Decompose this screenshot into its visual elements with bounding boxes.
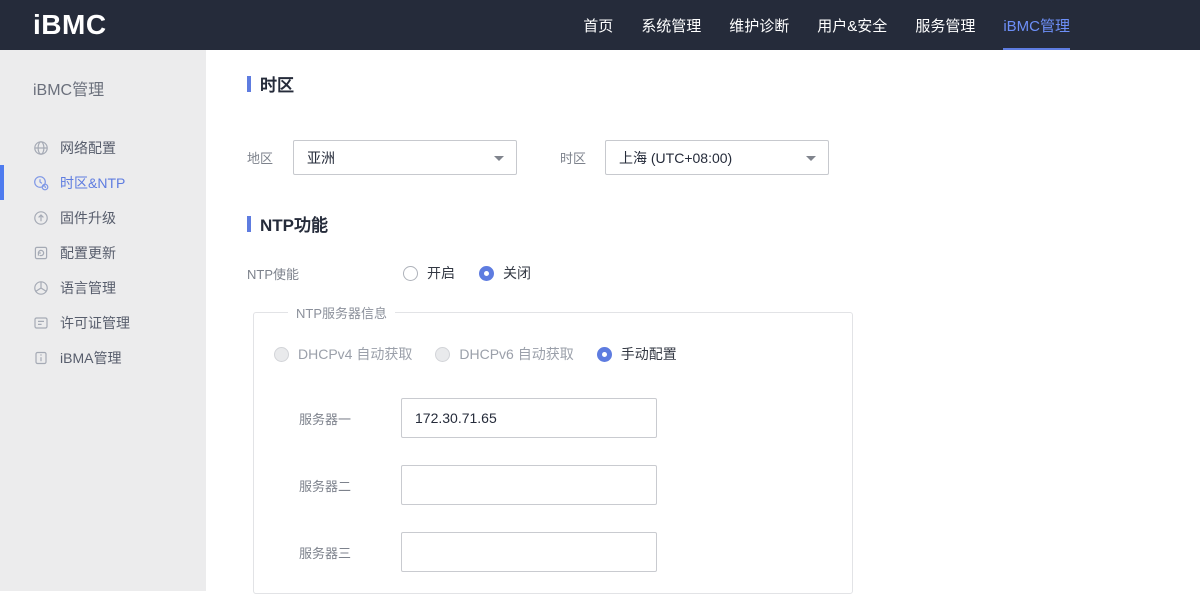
section-accent-bar xyxy=(247,75,251,92)
ntp-server-legend: NTP服务器信息 xyxy=(296,306,388,321)
sidebar-item-label: 网络配置 xyxy=(60,139,116,156)
nav-item-user-security[interactable]: 用户&安全 xyxy=(817,0,887,50)
sidebar-item-label: 语言管理 xyxy=(60,279,116,296)
manual-config-radio[interactable]: 手动配置 xyxy=(596,344,677,364)
ntp-server-mode-row: DHCPv4 自动获取 DHCPv6 自动获取 手动配置 xyxy=(274,344,852,364)
chevron-down-icon xyxy=(806,155,816,161)
ntp-section-title: NTP功能 xyxy=(260,216,328,235)
sidebar-item-label: 固件升级 xyxy=(60,209,116,226)
sidebar-title: iBMC管理 xyxy=(33,82,105,99)
language-icon xyxy=(33,280,49,296)
sidebar-item-timezone-ntp[interactable]: 时区&NTP xyxy=(0,165,206,200)
timezone-icon xyxy=(33,175,49,191)
ntp-enable-label: NTP使能 xyxy=(247,266,300,282)
radio-label: DHCPv4 自动获取 xyxy=(298,346,413,362)
nav-item-home[interactable]: 首页 xyxy=(583,0,613,50)
ntp-enable-on-radio[interactable]: 开启 xyxy=(403,263,455,283)
sidebar-item-label: 时区&NTP xyxy=(60,174,126,191)
sidebar-item-label: 许可证管理 xyxy=(60,314,130,331)
sidebar-item-config-update[interactable]: 配置更新 xyxy=(0,235,206,270)
sidebar-item-network-config[interactable]: 网络配置 xyxy=(0,130,206,165)
network-icon xyxy=(33,140,49,156)
config-update-icon xyxy=(33,245,49,261)
sidebar-menu: 网络配置 时区&NTP 固件升级 配置更新 语言管理 许可证管理 iBMA管理 xyxy=(0,130,206,375)
radio-label: 关闭 xyxy=(503,265,531,281)
region-select-value: 亚洲 xyxy=(307,149,335,166)
chevron-down-icon xyxy=(494,155,504,161)
radio-checked-icon xyxy=(596,346,612,362)
server-one-label: 服务器一 xyxy=(299,411,352,427)
nav-item-maintenance[interactable]: 维护诊断 xyxy=(729,0,789,50)
top-navbar: iBMC 首页 系统管理 维护诊断 用户&安全 服务管理 iBMC管理 xyxy=(0,0,1200,50)
dhcpv4-auto-radio[interactable]: DHCPv4 自动获取 xyxy=(274,344,412,364)
server-one-row: 服务器一 xyxy=(274,398,852,438)
nav-item-ibmc-settings[interactable]: iBMC管理 xyxy=(1003,0,1070,50)
section-accent-bar xyxy=(247,215,251,232)
firmware-upgrade-icon xyxy=(33,210,49,226)
timezone-section-title: 时区 xyxy=(260,76,294,95)
radio-disabled-icon xyxy=(435,346,451,362)
nav-item-services[interactable]: 服务管理 xyxy=(915,0,975,50)
sidebar-item-firmware-upgrade[interactable]: 固件升级 xyxy=(0,200,206,235)
radio-label: 手动配置 xyxy=(620,346,677,362)
radio-label: 开启 xyxy=(427,265,455,281)
timezone-select[interactable]: 上海 (UTC+08:00) xyxy=(605,140,829,175)
ntp-server-fieldset: NTP服务器信息 DHCPv4 自动获取 DHCPv6 自动获取 手动配置 服务… xyxy=(253,303,853,594)
page: iBMC 首页 系统管理 维护诊断 用户&安全 服务管理 iBMC管理 iBMC… xyxy=(0,0,1200,594)
radio-label: DHCPv6 自动获取 xyxy=(459,346,574,362)
timezone-label: 时区 xyxy=(560,151,587,166)
server-one-input[interactable] xyxy=(401,398,657,438)
timezone-form-row: 地区 亚洲 时区 上海 (UTC+08:00) xyxy=(247,140,1200,175)
radio-disabled-icon xyxy=(274,346,289,362)
sidebar-item-language[interactable]: 语言管理 xyxy=(0,270,206,305)
top-menu: 首页 系统管理 维护诊断 用户&安全 服务管理 iBMC管理 xyxy=(555,0,1070,50)
license-icon xyxy=(33,315,49,331)
region-select[interactable]: 亚洲 xyxy=(293,140,517,175)
ibmc-logo: iBMC xyxy=(33,9,107,40)
timezone-select-value: 上海 (UTC+08:00) xyxy=(619,149,733,166)
sidebar: iBMC管理 网络配置 时区&NTP 固件升级 配置更新 语言管理 许可证管理 … xyxy=(0,50,206,591)
ntp-section-header: NTP功能 xyxy=(247,211,1200,236)
ntp-enable-off-radio[interactable]: 关闭 xyxy=(479,263,531,283)
region-label: 地区 xyxy=(247,151,274,166)
server-two-label: 服务器二 xyxy=(299,478,352,494)
sidebar-item-ibma[interactable]: iBMA管理 xyxy=(0,340,206,375)
server-two-input[interactable] xyxy=(401,465,657,505)
server-three-row: 服务器三 xyxy=(274,532,852,572)
server-two-row: 服务器二 xyxy=(274,465,852,505)
dhcpv6-auto-radio[interactable]: DHCPv6 自动获取 xyxy=(435,344,574,364)
server-three-label: 服务器三 xyxy=(299,545,352,561)
radio-unchecked-icon xyxy=(403,265,418,281)
sidebar-item-license[interactable]: 许可证管理 xyxy=(0,305,206,340)
timezone-section-header: 时区 xyxy=(247,71,1200,96)
sidebar-item-label: iBMA管理 xyxy=(60,349,122,366)
main-content: 时区 地区 亚洲 时区 上海 (UTC+08:00) NTP功能 NTP使能 开… xyxy=(206,50,1200,594)
radio-checked-icon xyxy=(479,265,494,281)
ntp-enable-row: NTP使能 开启 关闭 xyxy=(247,263,1200,283)
sidebar-item-label: 配置更新 xyxy=(60,244,116,261)
ibma-icon xyxy=(33,350,49,366)
server-three-input[interactable] xyxy=(401,532,657,572)
nav-item-system[interactable]: 系统管理 xyxy=(641,0,701,50)
